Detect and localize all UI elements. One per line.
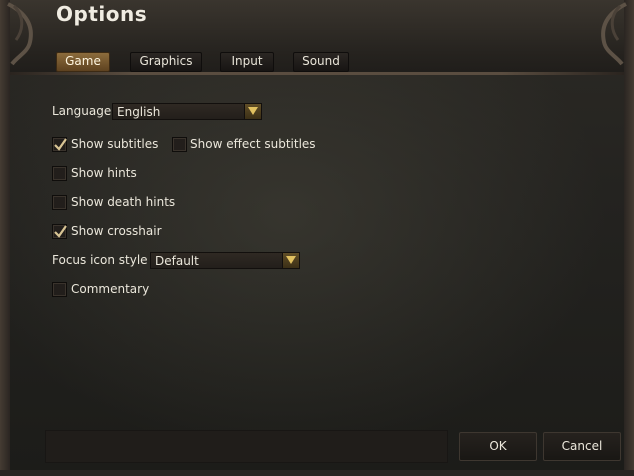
checkmark-icon bbox=[54, 225, 67, 238]
focus-icon-style-dropdown[interactable]: Default bbox=[150, 252, 300, 269]
frame-border-left bbox=[0, 0, 10, 476]
corner-ornament-left-icon bbox=[7, 2, 33, 66]
window-title: Options bbox=[56, 2, 148, 26]
tab-graphics[interactable]: Graphics bbox=[130, 52, 202, 72]
show-subtitles-checkbox[interactable] bbox=[52, 137, 67, 152]
focus-icon-style-label: Focus icon style bbox=[52, 253, 148, 267]
show-crosshair-label: Show crosshair bbox=[71, 224, 162, 238]
title-divider bbox=[10, 72, 624, 75]
focus-icon-style-value: Default bbox=[155, 254, 199, 268]
chevron-down-icon[interactable] bbox=[282, 253, 299, 268]
show-death-hints-label: Show death hints bbox=[71, 195, 176, 209]
checkmark-icon bbox=[54, 138, 67, 151]
ok-button[interactable]: OK bbox=[459, 432, 537, 461]
tab-input[interactable]: Input bbox=[220, 52, 274, 72]
commentary-label: Commentary bbox=[71, 282, 150, 296]
tab-game[interactable]: Game bbox=[56, 52, 110, 72]
language-dropdown[interactable]: English bbox=[112, 103, 262, 120]
tab-sound[interactable]: Sound bbox=[293, 52, 349, 72]
show-hints-label: Show hints bbox=[71, 166, 137, 180]
options-window: Options Game Graphics Input Sound Langua… bbox=[0, 0, 634, 476]
show-subtitles-label: Show subtitles bbox=[71, 137, 159, 151]
status-bar bbox=[45, 430, 448, 463]
frame-border-bottom bbox=[0, 470, 634, 476]
show-hints-checkbox[interactable] bbox=[52, 166, 67, 181]
language-label: Language bbox=[52, 104, 112, 118]
language-value: English bbox=[117, 105, 161, 119]
show-death-hints-checkbox[interactable] bbox=[52, 195, 67, 210]
corner-ornament-right-icon bbox=[601, 2, 627, 66]
chevron-down-icon[interactable] bbox=[244, 104, 261, 119]
frame-border-right bbox=[624, 0, 634, 476]
show-effect-subtitles-label: Show effect subtitles bbox=[190, 137, 316, 151]
show-crosshair-checkbox[interactable] bbox=[52, 224, 67, 239]
cancel-button[interactable]: Cancel bbox=[543, 432, 621, 461]
commentary-checkbox[interactable] bbox=[52, 282, 67, 297]
show-effect-subtitles-checkbox[interactable] bbox=[172, 137, 187, 152]
